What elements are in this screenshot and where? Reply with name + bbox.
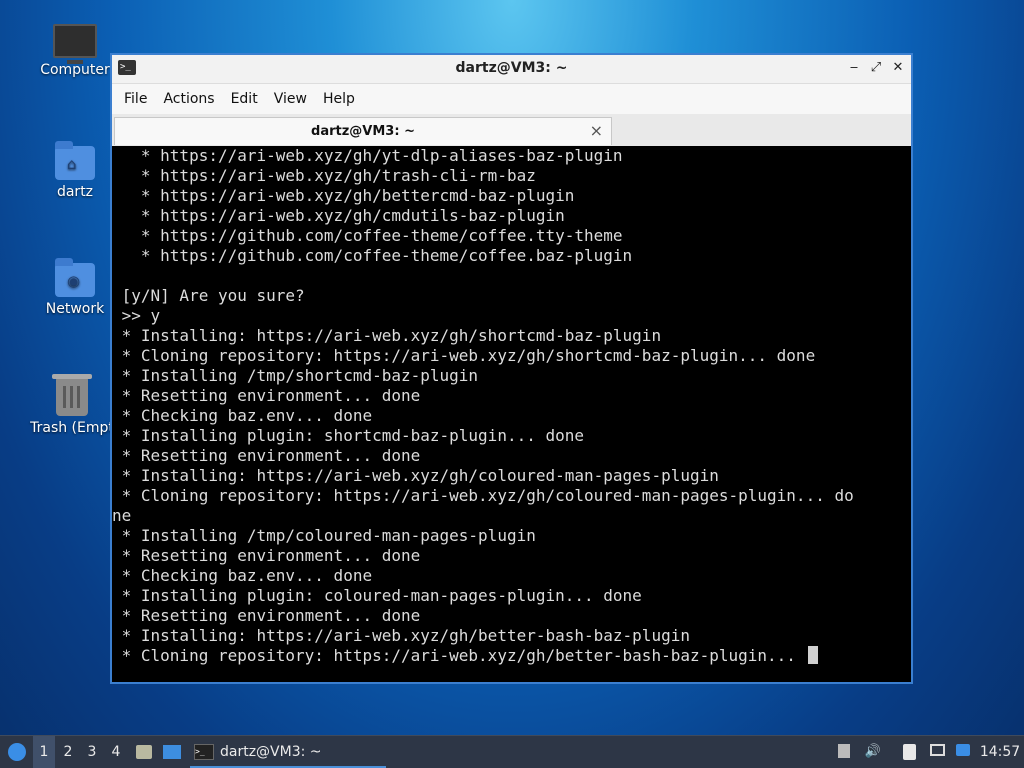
desktop-icon-label: dartz bbox=[56, 184, 94, 200]
volume-icon[interactable]: 🔊 bbox=[864, 744, 882, 760]
terminal-line: * https://ari-web.xyz/gh/yt-dlp-aliases-… bbox=[112, 146, 623, 165]
tab-bar: dartz@VM3: ~ × bbox=[112, 114, 911, 147]
menu-edit[interactable]: Edit bbox=[223, 91, 266, 107]
trash-icon bbox=[52, 374, 92, 416]
home-folder-icon: ⌂ bbox=[55, 141, 95, 180]
desktop-icon-label: Computer bbox=[40, 62, 110, 78]
window-title: dartz@VM3: ~ bbox=[455, 60, 568, 76]
notification-icon[interactable] bbox=[836, 744, 852, 760]
terminal-line: * Resetting environment... done bbox=[112, 546, 421, 565]
workspace-1[interactable]: 1 bbox=[33, 736, 55, 768]
app-menu-button[interactable] bbox=[4, 736, 30, 768]
terminal-line: * Resetting environment... done bbox=[112, 606, 421, 625]
terminal-line: * https://github.com/coffee-theme/coffee… bbox=[112, 246, 633, 265]
show-desktop-launcher[interactable] bbox=[160, 736, 184, 768]
terminal-line: * Installing /tmp/coloured-man-pages-plu… bbox=[112, 526, 536, 545]
terminal-line: * Checking baz.env... done bbox=[112, 566, 373, 585]
desktop-icon-label: Network bbox=[45, 301, 105, 317]
task-label: dartz@VM3: ~ bbox=[220, 744, 322, 760]
terminal-line: * https://github.com/coffee-theme/coffee… bbox=[112, 226, 623, 245]
app-menu-icon bbox=[8, 743, 26, 761]
clipboard-icon[interactable] bbox=[900, 744, 918, 760]
terminal-line: * Cloning repository: https://ari-web.xy… bbox=[112, 646, 911, 666]
terminal-cursor bbox=[807, 646, 818, 664]
desktop-icon-computer[interactable]: Computer bbox=[27, 24, 123, 78]
menu-bar: File Actions Edit View Help bbox=[112, 84, 911, 114]
terminal-line: * Installing plugin: shortcmd-baz-plugin… bbox=[112, 426, 585, 445]
terminal-line: * Installing: https://ari-web.xyz/gh/col… bbox=[112, 466, 719, 485]
desktop-icon bbox=[163, 745, 181, 759]
desktop-icon-label: Trash (Empt bbox=[30, 420, 114, 436]
window-titlebar[interactable]: >_ dartz@VM3: ~ ‒ ⤢ ✕ bbox=[112, 55, 911, 84]
close-button[interactable]: ✕ bbox=[891, 60, 905, 76]
network-folder-icon: ◉ bbox=[55, 258, 95, 297]
menu-file[interactable]: File bbox=[116, 91, 155, 107]
terminal-line: ne bbox=[112, 506, 132, 525]
desktop-icon-home[interactable]: ⌂ dartz bbox=[27, 141, 123, 200]
terminal-line: >> y bbox=[112, 306, 161, 325]
terminal-line: * https://ari-web.xyz/gh/cmdutils-baz-pl… bbox=[112, 206, 565, 225]
maximize-button[interactable]: ⤢ bbox=[869, 60, 883, 76]
file-manager-launcher[interactable] bbox=[133, 736, 155, 768]
terminal-line: [y/N] Are you sure? bbox=[112, 286, 305, 305]
workspace-4[interactable]: 4 bbox=[105, 736, 127, 768]
workspace-3[interactable]: 3 bbox=[81, 736, 103, 768]
terminal-output[interactable]: * https://ari-web.xyz/gh/yt-dlp-aliases-… bbox=[112, 146, 911, 682]
terminal-line: * Installing /tmp/shortcmd-baz-plugin bbox=[112, 366, 479, 385]
tab-close-icon[interactable]: × bbox=[590, 121, 603, 140]
terminal-icon: >_ bbox=[194, 744, 214, 760]
menu-help[interactable]: Help bbox=[315, 91, 363, 107]
terminal-window: >_ dartz@VM3: ~ ‒ ⤢ ✕ File Actions Edit … bbox=[110, 53, 913, 684]
file-manager-icon bbox=[136, 745, 152, 759]
network-status-icon[interactable] bbox=[928, 744, 946, 760]
tab-terminal[interactable]: dartz@VM3: ~ × bbox=[114, 117, 612, 145]
desktop-icon-network[interactable]: ◉ Network bbox=[27, 258, 123, 317]
workspace-2[interactable]: 2 bbox=[57, 736, 79, 768]
updates-icon[interactable] bbox=[954, 744, 972, 760]
terminal-line: * Installing plugin: coloured-man-pages-… bbox=[112, 586, 642, 605]
terminal-lines: * https://ari-web.xyz/gh/yt-dlp-aliases-… bbox=[112, 146, 911, 666]
clock[interactable]: 14:57 bbox=[978, 736, 1022, 768]
terminal-line: * Installing: https://ari-web.xyz/gh/sho… bbox=[112, 326, 662, 345]
computer-icon bbox=[53, 24, 97, 64]
terminal-line: * Resetting environment... done bbox=[112, 446, 421, 465]
tab-label: dartz@VM3: ~ bbox=[311, 124, 415, 139]
terminal-line: * Checking baz.env... done bbox=[112, 406, 373, 425]
desktop-icon-trash[interactable]: Trash (Empt bbox=[24, 374, 120, 436]
taskbar-task-terminal[interactable]: >_ dartz@VM3: ~ bbox=[190, 736, 386, 768]
minimize-button[interactable]: ‒ bbox=[847, 60, 861, 76]
terminal-line: * https://ari-web.xyz/gh/bettercmd-baz-p… bbox=[112, 186, 575, 205]
taskbar: 1 2 3 4 >_ dartz@VM3: ~ 🔊 14:57 bbox=[0, 735, 1024, 768]
terminal-line: * Cloning repository: https://ari-web.xy… bbox=[112, 346, 816, 365]
terminal-line: * Resetting environment... done bbox=[112, 386, 421, 405]
terminal-line: * Cloning repository: https://ari-web.xy… bbox=[112, 486, 854, 505]
terminal-line: * Installing: https://ari-web.xyz/gh/bet… bbox=[112, 626, 690, 645]
terminal-line: * https://ari-web.xyz/gh/trash-cli-rm-ba… bbox=[112, 166, 536, 185]
menu-actions[interactable]: Actions bbox=[155, 91, 222, 107]
menu-view[interactable]: View bbox=[266, 91, 315, 107]
